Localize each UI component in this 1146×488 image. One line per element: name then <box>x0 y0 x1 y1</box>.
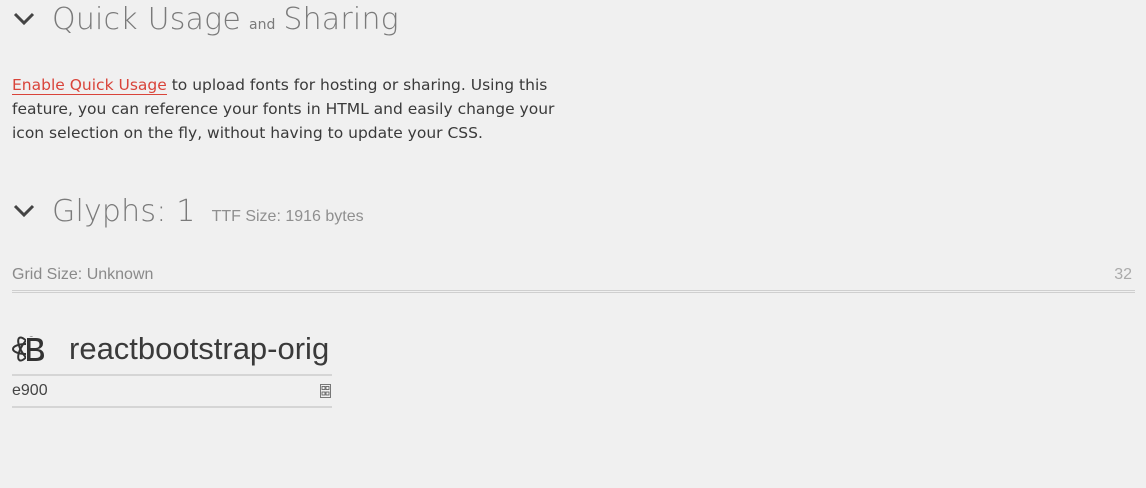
quick-usage-header[interactable]: Quick Usage and Sharing <box>12 2 399 37</box>
react-bootstrap-icon[interactable] <box>12 332 46 366</box>
chevron-down-icon[interactable] <box>12 7 36 31</box>
glyph-card-top: reactbootstrap-orig <box>12 324 332 376</box>
glyph-codepoint[interactable]: e900 <box>12 382 48 400</box>
codepoint-icon[interactable] <box>320 384 331 398</box>
chevron-down-icon[interactable] <box>12 199 36 223</box>
quick-usage-title: Quick Usage <box>52 2 241 37</box>
glyph-card[interactable]: reactbootstrap-orig e900 <box>12 324 332 408</box>
quick-usage-description: Enable Quick Usage to upload fonts for h… <box>12 73 582 145</box>
glyph-code-row: e900 <box>12 376 332 408</box>
page: Quick Usage and Sharing Enable Quick Usa… <box>0 0 1146 488</box>
sharing-title: Sharing <box>283 2 399 37</box>
ttf-size-label: TTF Size: 1916 bytes <box>211 208 364 225</box>
grid-size-bar: Grid Size: Unknown 32 <box>12 266 1135 293</box>
grid-size-value[interactable]: 32 <box>1114 266 1135 290</box>
glyph-name[interactable]: reactbootstrap-orig <box>69 331 332 367</box>
quick-usage-title-connector: and <box>249 17 276 33</box>
grid-size-label: Grid Size: Unknown <box>12 266 154 283</box>
glyphs-title: Glyphs: 1 <box>52 194 196 229</box>
enable-quick-usage-link[interactable]: Enable Quick Usage <box>12 76 167 95</box>
glyphs-header[interactable]: Glyphs: 1 TTF Size: 1916 bytes <box>12 194 364 229</box>
